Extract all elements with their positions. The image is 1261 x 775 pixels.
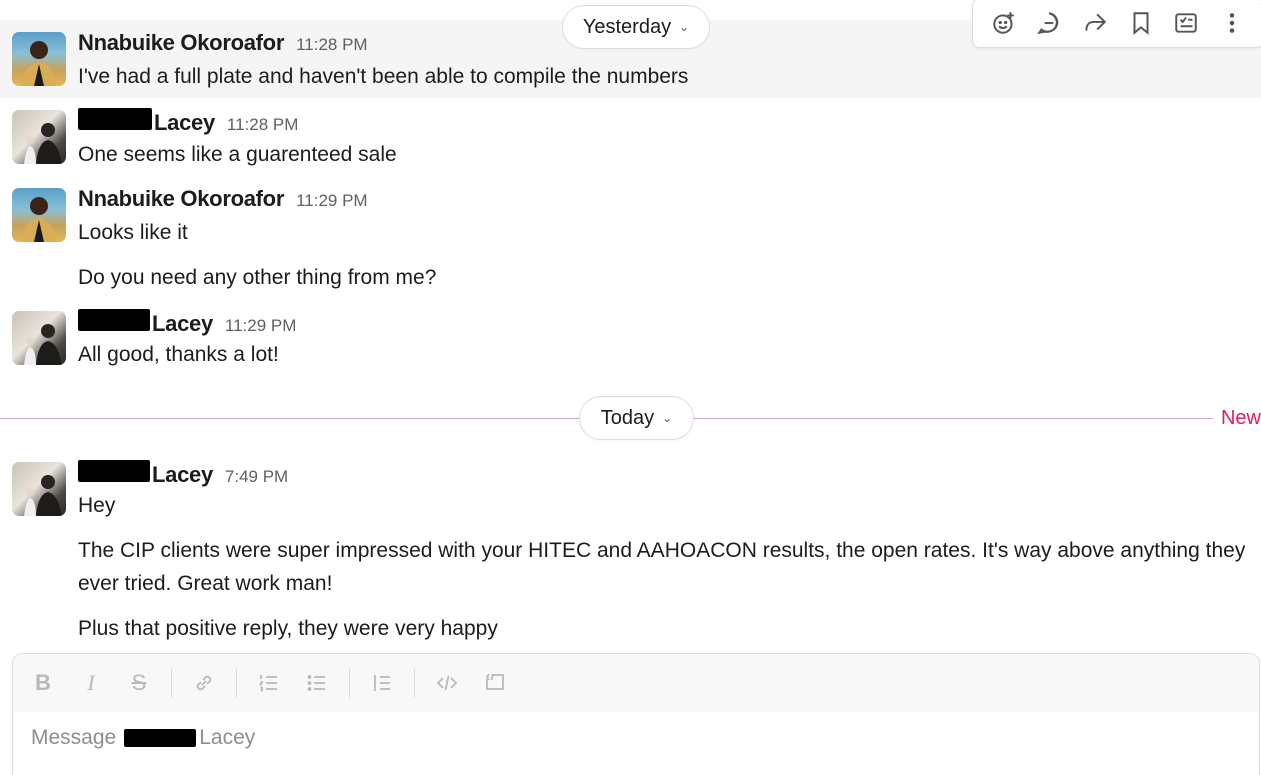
reply-in-thread-icon[interactable] (1031, 5, 1067, 41)
message-row[interactable]: Nnabuike Okoroafor 11:29 PM Looks like i… (0, 176, 1261, 300)
redacted-name (124, 729, 197, 747)
timestamp[interactable]: 11:28 PM (296, 35, 368, 55)
placeholder-prefix: Message (31, 726, 117, 749)
sender-name[interactable]: Nnabuike Okoroafor (78, 30, 284, 56)
message-row[interactable]: Lacey 11:29 PM All good, thanks a lot! (0, 300, 1261, 380)
redacted-name (78, 460, 150, 482)
blockquote-icon[interactable] (366, 667, 398, 699)
sender-name[interactable]: Lacey (152, 311, 213, 337)
date-divider-yesterday[interactable]: Yesterday ⌄ (562, 5, 710, 49)
message-text: All good, thanks a lot! (78, 343, 279, 366)
date-divider-today[interactable]: Today ⌄ (579, 396, 694, 440)
date-label: Yesterday (582, 15, 672, 38)
redacted-name (78, 309, 150, 331)
new-messages-divider-line (693, 418, 1213, 419)
message-text: One seems like a guarenteed sale (78, 143, 397, 166)
sender-name[interactable]: Lacey (154, 110, 215, 136)
placeholder-name: Lacey (199, 726, 256, 749)
message-text: Hey (78, 494, 116, 517)
toolbar-separator (236, 668, 237, 698)
italic-icon[interactable]: I (75, 667, 107, 699)
toolbar-separator (349, 668, 350, 698)
sender-name[interactable]: Lacey (152, 462, 213, 488)
numbered-list-icon[interactable] (253, 667, 285, 699)
timestamp[interactable]: 11:28 PM (227, 115, 299, 135)
sender-name[interactable]: Nnabuike Okoroafor (78, 186, 284, 212)
bookmark-icon[interactable] (1123, 5, 1159, 41)
code-block-icon[interactable] (479, 667, 511, 699)
timestamp[interactable]: 11:29 PM (225, 316, 297, 336)
message-text: Plus that positive reply, they were very… (78, 617, 498, 640)
bulleted-list-icon[interactable] (301, 667, 333, 699)
strikethrough-icon[interactable]: S (123, 667, 155, 699)
chevron-down-icon: ⌄ (679, 20, 690, 34)
toolbar-separator (171, 668, 172, 698)
formatting-toolbar: B I S (13, 654, 1259, 712)
code-icon[interactable] (431, 667, 463, 699)
more-actions-icon[interactable] (1214, 5, 1250, 41)
link-icon[interactable] (188, 667, 220, 699)
timestamp[interactable]: 11:29 PM (296, 191, 368, 211)
message-text: The CIP clients were super impressed wit… (78, 539, 1246, 595)
toolbar-separator (414, 668, 415, 698)
new-messages-label: New (1220, 407, 1261, 429)
message-actions-toolbar (972, 0, 1261, 48)
chevron-down-icon: ⌄ (662, 411, 673, 425)
message-input[interactable]: Message Lacey (31, 726, 255, 750)
avatar[interactable] (12, 110, 66, 164)
add-reaction-icon[interactable] (986, 5, 1022, 41)
message-composer[interactable]: B I S Message Lacey (12, 653, 1260, 775)
message-text: Do you need any other thing from me? (78, 266, 437, 289)
avatar[interactable] (12, 188, 66, 242)
redacted-name (78, 108, 152, 130)
bold-icon[interactable]: B (27, 667, 59, 699)
message-text: Looks like it (78, 221, 188, 244)
avatar[interactable] (12, 311, 66, 365)
message-row[interactable]: Lacey 7:49 PM Hey The CIP clients were s… (0, 450, 1261, 650)
timestamp[interactable]: 7:49 PM (225, 467, 288, 487)
new-messages-divider-line (0, 418, 580, 419)
add-to-list-icon[interactable] (1168, 5, 1204, 41)
avatar[interactable] (12, 32, 66, 86)
date-label: Today (600, 406, 655, 429)
message-text: I've had a full plate and haven't been a… (78, 65, 689, 88)
message-row[interactable]: Lacey 11:28 PM One seems like a guarente… (0, 98, 1261, 176)
forward-icon[interactable] (1077, 5, 1113, 41)
avatar[interactable] (12, 462, 66, 516)
